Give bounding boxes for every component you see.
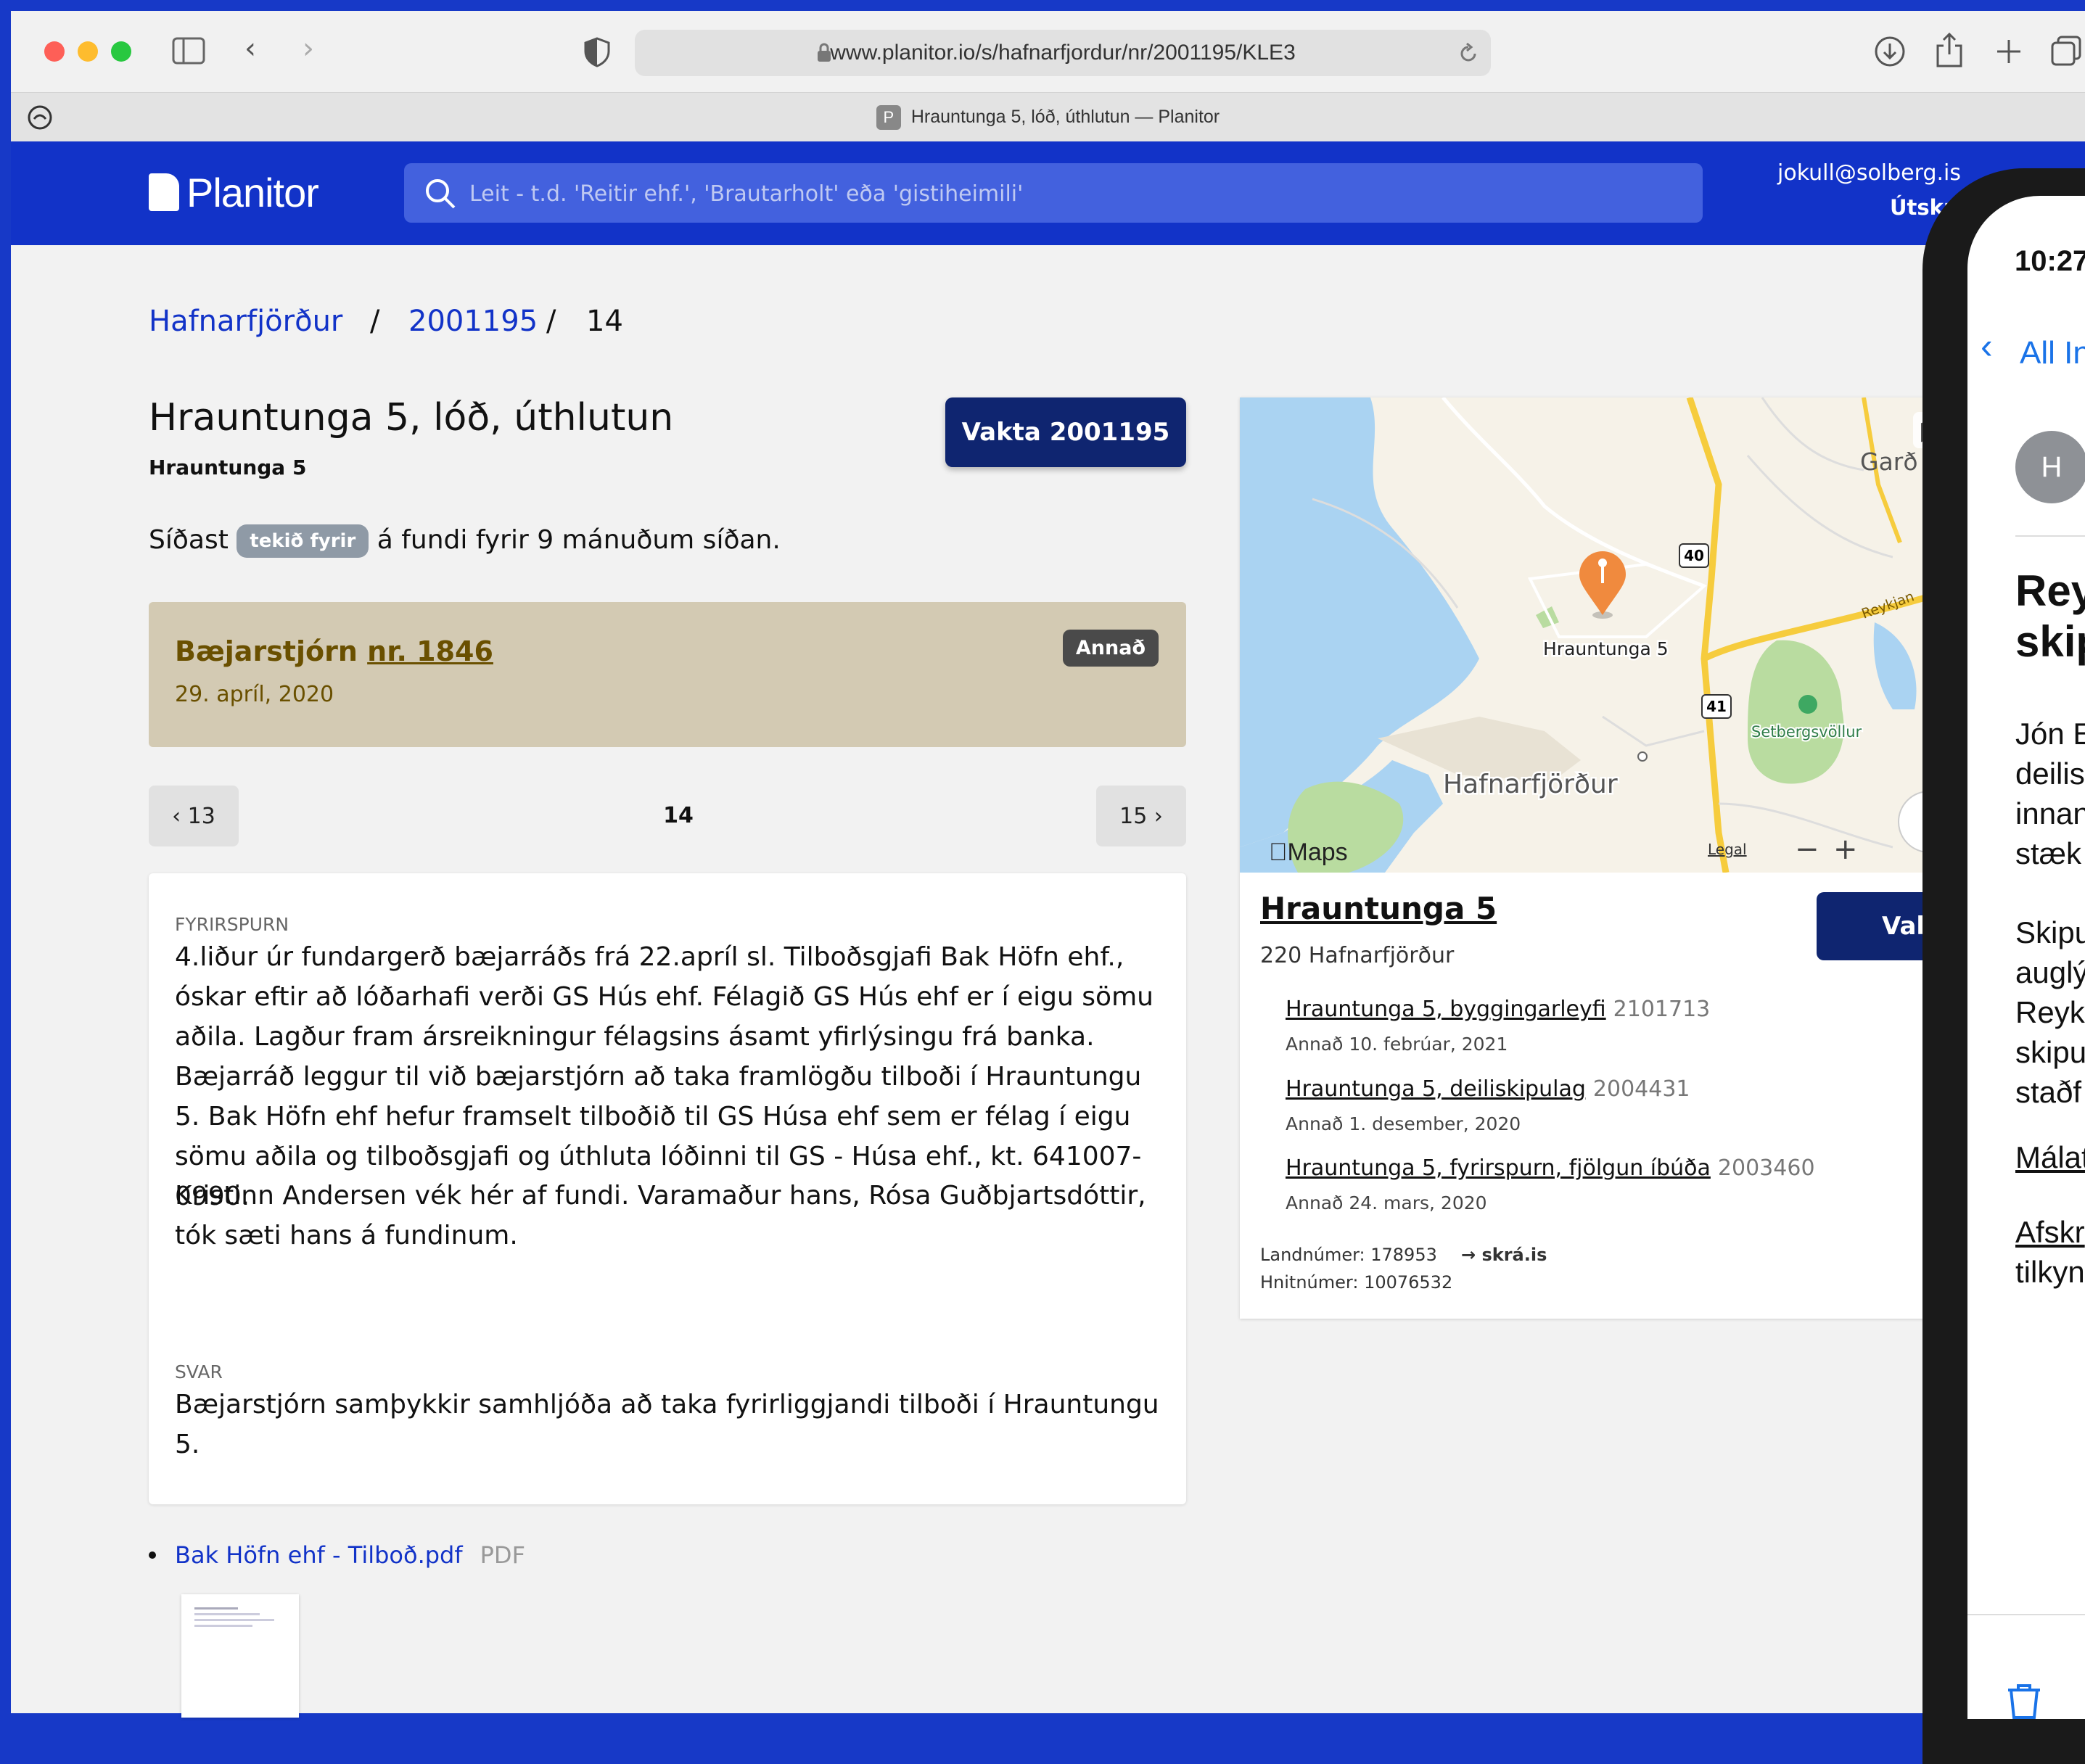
map-legal-link[interactable]: Legal: [1708, 841, 1747, 858]
map-north-town-label: Garð: [1860, 448, 1918, 476]
map-town-label: Hafnarfjörður: [1443, 770, 1618, 799]
attachment-item: Bak Höfn ehf - Tilboð.pdf PDF: [149, 1541, 525, 1569]
inquiry-text: 4.liður úr fundargerð bæjarráðs frá 22.a…: [175, 942, 1153, 1211]
phone-link[interactable]: Málat: [2015, 1140, 2085, 1175]
prev-item-button[interactable]: ‹ 13: [149, 786, 239, 846]
related-case[interactable]: Hrauntunga 5, byggingarleyfi 2101713 Anna…: [1286, 997, 1710, 1055]
back-icon[interactable]: ‹: [244, 34, 256, 63]
related-case-link[interactable]: Hrauntunga 5, deiliskipulag: [1286, 1076, 1586, 1102]
meeting-date: 29. apríl, 2020: [175, 682, 334, 707]
map-provider-label: Maps: [1269, 838, 1348, 866]
map-park-label: Setbergsvöllur: [1751, 723, 1862, 741]
answer-text: Bæjarstjórn samþykkir samhljóða að taka …: [175, 1390, 1159, 1459]
property-map[interactable]: 40 41 Hrauntunga 5 Hafnarfjörður Setberg…: [1240, 397, 1965, 873]
minute-card: FYRIRSPURN 4.liður úr fundargerð bæjarrá…: [149, 873, 1186, 1504]
registry-link[interactable]: → skrá.is: [1461, 1245, 1547, 1265]
phone-avatar: H: [2015, 431, 2085, 503]
park-icon: [1798, 695, 1817, 714]
coord-number: Hnitnúmer: 10076532: [1260, 1272, 1453, 1293]
phone-trash-icon[interactable]: [2002, 1683, 2046, 1719]
phone-link[interactable]: Afskr: [2015, 1215, 2085, 1250]
category-badge: Annað: [1062, 630, 1159, 667]
zoom-in-button[interactable]: +: [1833, 833, 1858, 866]
attachment-thumbnail[interactable]: [181, 1594, 299, 1718]
search-box[interactable]: [404, 163, 1703, 224]
phone-heading-line: skip: [2015, 617, 2085, 666]
phone-screen: 10:27 ‹ All In H Rey skip Jón E deilis i…: [1967, 196, 2085, 1719]
route-41-label: 41: [1706, 698, 1727, 715]
planitor-logo[interactable]: Planitor: [149, 169, 319, 216]
meeting-number-link[interactable]: nr. 1846: [367, 635, 493, 667]
phone-heading-line: Rey: [2015, 566, 2085, 615]
watch-case-button[interactable]: Vakta 2001195: [945, 397, 1186, 467]
reload-icon[interactable]: [1457, 43, 1479, 65]
current-item-number: 14: [663, 803, 694, 828]
lock-icon: [818, 43, 831, 62]
last-discussed-line: Síðast tekið fyrir á fundi fyrir 9 mánuð…: [149, 524, 781, 558]
browser-window: ‹ › www.planitor.io/s/hafnarfjordur/nr/2…: [11, 11, 2085, 141]
close-window-button[interactable]: [44, 41, 65, 62]
property-title[interactable]: Hrauntunga 5: [1260, 891, 1497, 926]
attachment-link[interactable]: Bak Höfn ehf - Tilboð.pdf: [175, 1541, 463, 1569]
tab-title: Hrauntunga 5, lóð, úthlutun — Planitor: [910, 107, 1220, 127]
search-input[interactable]: [468, 163, 1690, 224]
new-tab-icon[interactable]: [1994, 37, 2023, 66]
breadcrumb-separator: /: [546, 305, 556, 338]
phone-time: 10:27: [2015, 245, 2085, 277]
logo-mark-icon: [149, 173, 179, 211]
inquiry-note: Kristinn Andersen vék hér af fundi. Vara…: [175, 1181, 1146, 1250]
related-case[interactable]: Hrauntunga 5, fyrirspurn, fjölgun íbúða 2…: [1286, 1155, 1815, 1213]
breadcrumb-municipality[interactable]: Hafnarfjörður: [149, 305, 342, 338]
page-subtitle: Hrauntunga 5: [149, 456, 307, 479]
breadcrumb-case[interactable]: 2001195: [408, 305, 538, 338]
inquiry-label: FYRIRSPURN: [175, 914, 289, 935]
answer-label: SVAR: [175, 1361, 223, 1382]
page-title: Hrauntunga 5, lóð, úthlutun: [149, 396, 674, 440]
meeting-name: Bæjarstjórn nr. 1846: [175, 635, 493, 667]
main-content: Hafnarfjörður / 2001195 / 14 Hrauntunga …: [11, 245, 2085, 1718]
meeting-box[interactable]: Bæjarstjórn nr. 1846 29. apríl, 2020 Ann…: [149, 602, 1186, 747]
document-preview-icon: [194, 1607, 274, 1627]
status-pill: tekið fyrir: [237, 524, 369, 558]
tab-active[interactable]: P Hrauntunga 5, lóð, úthlutun — Planitor: [11, 93, 2085, 141]
sidebar-toggle-icon[interactable]: [172, 37, 205, 65]
land-number: Landnúmer: 178953: [1260, 1245, 1437, 1265]
property-address: 220 Hafnarfjörður: [1260, 943, 1455, 968]
tab-overview-icon[interactable]: [2051, 36, 2083, 67]
browser-toolbar: ‹ › www.planitor.io/s/hafnarfjordur/nr/2…: [11, 11, 2085, 93]
privacy-shield-icon[interactable]: [584, 37, 610, 67]
search-icon: [426, 179, 456, 209]
phone-back-chevron-icon[interactable]: ‹: [1981, 325, 1993, 367]
related-case-link[interactable]: Hrauntunga 5, byggingarleyfi: [1286, 997, 1606, 1022]
site-header: Planitor jokull@solberg.is Útskrá: [11, 141, 2085, 245]
minimize-window-button[interactable]: [78, 41, 98, 62]
route-40-label: 40: [1684, 547, 1704, 564]
download-icon[interactable]: [1874, 36, 1906, 67]
breadcrumb-item: 14: [586, 305, 623, 338]
user-email: jokull@solberg.is: [1777, 160, 1961, 186]
phone-back-button[interactable]: All In: [2020, 335, 2085, 371]
forward-icon[interactable]: ›: [303, 34, 314, 63]
zoom-window-button[interactable]: [111, 41, 131, 62]
breadcrumb-separator: /: [370, 305, 380, 338]
url-text[interactable]: www.planitor.io/s/hafnarfjordur/nr/20011…: [635, 30, 1491, 76]
address-bar[interactable]: www.planitor.io/s/hafnarfjordur/nr/20011…: [635, 30, 1491, 76]
attachment-type: PDF: [480, 1541, 525, 1569]
map-place-label: Hrauntunga 5: [1543, 638, 1669, 659]
related-case[interactable]: Hrauntunga 5, deiliskipulag 2004431 Annað…: [1286, 1076, 1690, 1134]
next-item-button[interactable]: 15 ›: [1096, 786, 1186, 846]
zoom-out-button[interactable]: −: [1795, 833, 1819, 866]
share-icon[interactable]: [1935, 31, 1964, 69]
related-case-link[interactable]: Hrauntunga 5, fyrirspurn, fjölgun íbúða: [1286, 1155, 1711, 1181]
property-card: 40 41 Hrauntunga 5 Hafnarfjörður Setberg…: [1240, 397, 1965, 1319]
tab-favicon: P: [876, 105, 901, 131]
tab-bar: P Hrauntunga 5, lóð, úthlutun — Planitor: [11, 93, 2085, 141]
